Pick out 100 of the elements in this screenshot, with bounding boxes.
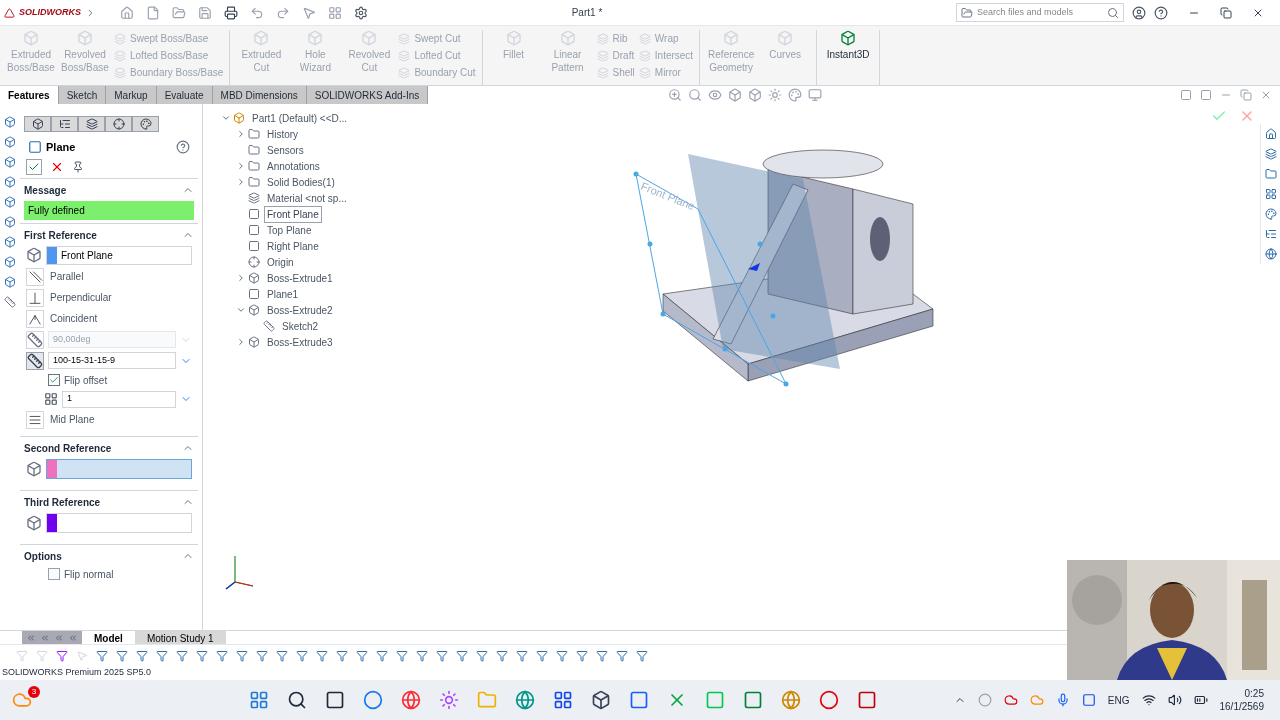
view-palette-icon[interactable] xyxy=(1264,188,1277,200)
tree-item[interactable]: Front Plane xyxy=(264,205,322,223)
view-orientation-icon[interactable] xyxy=(728,88,743,102)
open-folder-icon[interactable] xyxy=(172,5,186,20)
command-tab[interactable]: Sketch xyxy=(58,86,107,104)
filter-icon[interactable] xyxy=(56,649,68,662)
tray-app-icon[interactable] xyxy=(977,693,992,707)
feature-tool-icon[interactable] xyxy=(4,256,16,268)
help-icon[interactable] xyxy=(176,140,190,155)
pane-right-icon[interactable] xyxy=(1200,89,1212,101)
search-field[interactable]: Search files and models xyxy=(977,5,1103,20)
checkbox[interactable] xyxy=(48,568,60,580)
view-icon[interactable] xyxy=(708,88,723,102)
clock-date[interactable]: 16/1/2569 xyxy=(1219,700,1264,713)
pane-left-icon[interactable] xyxy=(1180,89,1192,101)
lighting-icon[interactable] xyxy=(768,88,783,102)
home-icon[interactable] xyxy=(120,5,134,20)
feature-tool-icon[interactable] xyxy=(4,276,16,288)
feature-tool-icon[interactable] xyxy=(4,196,16,208)
tree-item[interactable]: Part1 (Default) <<D... xyxy=(249,109,351,127)
ok-button[interactable] xyxy=(26,158,42,175)
pin-icon[interactable] xyxy=(72,160,84,173)
manager-tab[interactable] xyxy=(24,116,51,132)
command-tab[interactable]: Markup xyxy=(106,86,157,104)
new-file-icon[interactable] xyxy=(146,5,160,20)
offset-field[interactable]: 100-15-31-15-9 xyxy=(48,352,176,369)
command-tab[interactable]: SOLIDWORKS Add-Ins xyxy=(306,86,429,104)
reference-selection-field[interactable] xyxy=(46,458,192,479)
library-icon[interactable] xyxy=(1264,148,1277,160)
feature-tool-icon[interactable] xyxy=(4,136,16,148)
manager-tab[interactable] xyxy=(78,116,105,132)
restore-icon[interactable] xyxy=(1220,6,1232,19)
options-icon[interactable] xyxy=(328,5,342,20)
tree-item[interactable]: Boss-Extrude2 xyxy=(264,301,336,319)
volume-icon[interactable] xyxy=(1167,693,1182,707)
battery-icon[interactable] xyxy=(1193,693,1208,707)
checkbox[interactable] xyxy=(48,374,60,386)
language-indicator[interactable]: ENG xyxy=(1107,692,1130,708)
tree-item[interactable]: Boss-Extrude1 xyxy=(264,269,336,287)
pointer-icon[interactable] xyxy=(302,5,316,20)
custom-properties-icon[interactable] xyxy=(1264,228,1277,240)
command-tab[interactable]: MBD Dimensions xyxy=(212,86,307,104)
tree-item[interactable]: Material <not sp... xyxy=(264,189,350,207)
task-view-icon[interactable] xyxy=(324,690,345,710)
zoom-area-icon[interactable] xyxy=(688,88,703,102)
wifi-icon[interactable] xyxy=(1141,693,1156,707)
undo-icon[interactable] xyxy=(250,5,264,20)
start-icon[interactable] xyxy=(248,690,269,710)
constraint-option[interactable]: Parallel xyxy=(20,267,198,286)
tree-item[interactable]: Right Plane xyxy=(264,237,322,255)
tree-item[interactable]: Top Plane xyxy=(264,221,315,239)
cloud-icon[interactable] xyxy=(1003,693,1018,707)
redo-icon[interactable] xyxy=(276,5,290,20)
printer-icon[interactable] xyxy=(224,5,238,20)
reference-selection-field[interactable]: Front Plane xyxy=(46,245,192,265)
instances-field[interactable]: 1 xyxy=(62,390,176,408)
clock-time[interactable]: 0:25 xyxy=(1244,687,1264,700)
doc-close-icon[interactable] xyxy=(1260,89,1272,101)
feature-tool-icon[interactable] xyxy=(4,236,16,248)
browser-icon[interactable] xyxy=(400,690,421,710)
folder-icon[interactable] xyxy=(961,6,973,19)
tree-item[interactable]: Solid Bodies(1) xyxy=(264,173,338,191)
appearances-icon[interactable] xyxy=(1264,208,1277,220)
constraint-option[interactable]: Perpendicular xyxy=(20,288,198,307)
display-style-icon[interactable] xyxy=(748,88,763,102)
app-icon[interactable] xyxy=(628,690,649,710)
save-icon[interactable] xyxy=(198,5,212,20)
record-icon[interactable] xyxy=(818,690,839,710)
zoom-icon[interactable] xyxy=(668,88,683,102)
reference-selection-field[interactable] xyxy=(46,512,192,533)
measure-icon[interactable] xyxy=(4,296,16,308)
feature-tool-icon[interactable] xyxy=(4,176,16,188)
search-icon[interactable] xyxy=(286,690,307,710)
mid-plane-option[interactable]: Mid Plane xyxy=(20,410,198,433)
command-tab[interactable]: Evaluate xyxy=(156,86,213,104)
help-icon[interactable] xyxy=(1154,5,1168,20)
feature-tool-icon[interactable] xyxy=(4,116,16,128)
feature-tool-icon[interactable] xyxy=(4,216,16,228)
manager-tab[interactable] xyxy=(51,116,78,132)
tree-item[interactable]: Plane1 xyxy=(264,285,302,303)
resources-icon[interactable] xyxy=(1264,128,1277,140)
forum-icon[interactable] xyxy=(1264,248,1277,260)
settings-icon[interactable] xyxy=(354,5,368,20)
appearance-icon[interactable] xyxy=(788,88,803,102)
tree-item[interactable]: Origin xyxy=(264,253,297,271)
microphone-icon[interactable] xyxy=(1055,693,1070,707)
constraint-option[interactable]: Coincident xyxy=(20,309,198,328)
model-tab[interactable]: Motion Study 1 xyxy=(134,631,226,644)
file-explorer-icon[interactable] xyxy=(1264,168,1277,180)
account-icon[interactable] xyxy=(1132,5,1146,20)
tree-item[interactable]: History xyxy=(264,125,302,143)
search-bar[interactable]: Search files and models xyxy=(956,3,1124,22)
ribbon-button[interactable]: Instant3D xyxy=(823,30,874,85)
manager-tab[interactable] xyxy=(132,116,159,132)
app-icon[interactable] xyxy=(590,690,611,710)
weather-icon[interactable] xyxy=(12,690,32,710)
tree-item[interactable]: Boss-Extrude3 xyxy=(264,333,336,351)
feature-tool-icon[interactable] xyxy=(4,156,16,168)
tree-item[interactable]: Annotations xyxy=(264,157,323,175)
tree-item[interactable]: Sketch2 xyxy=(279,317,322,335)
